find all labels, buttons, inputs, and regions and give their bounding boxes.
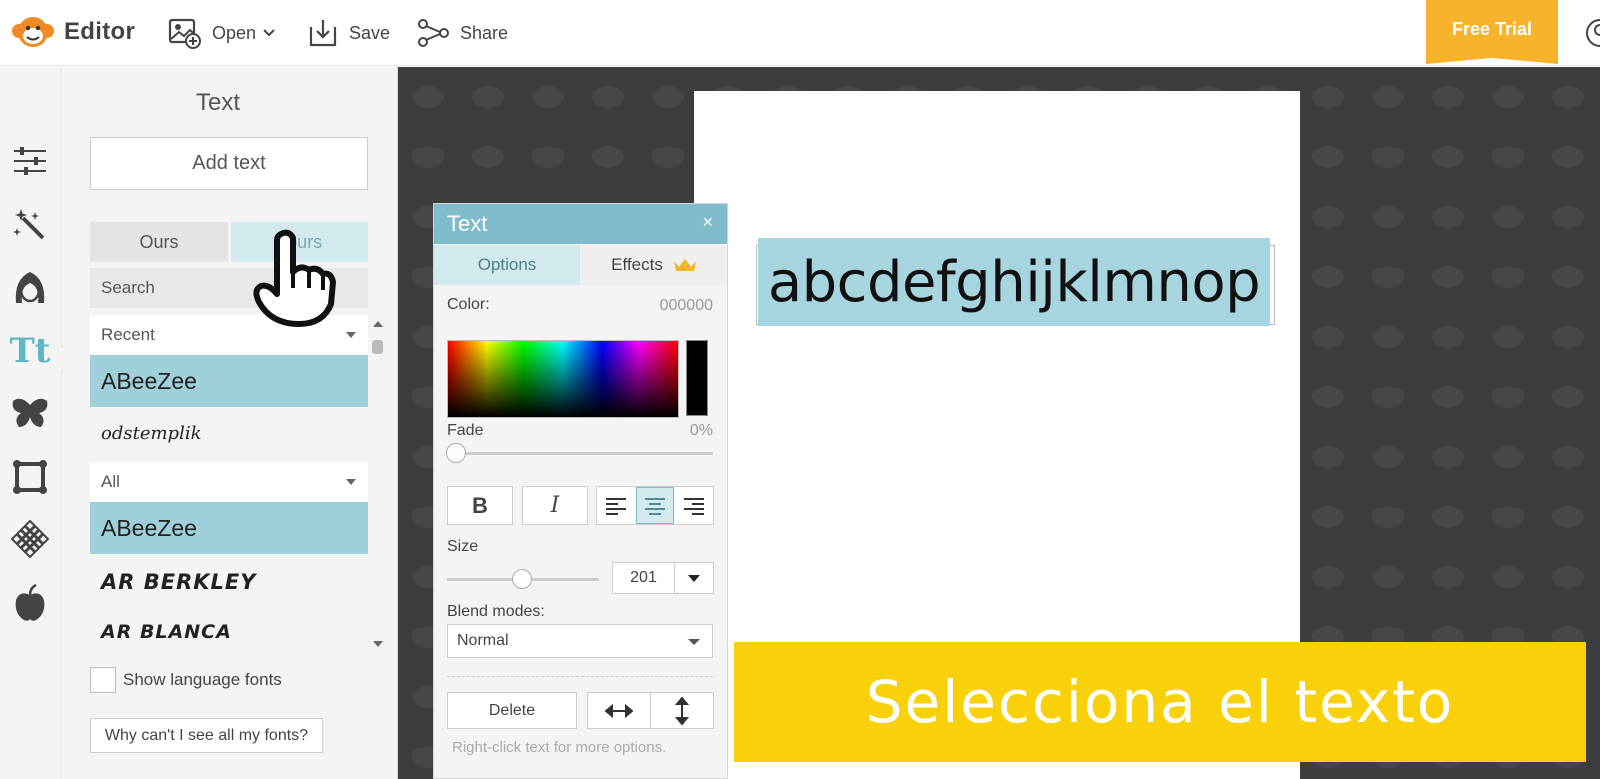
caret-down-icon	[346, 479, 356, 485]
all-label: All	[101, 472, 120, 491]
share-button[interactable]: Share	[416, 16, 508, 50]
align-center-button[interactable]	[635, 487, 675, 524]
save-download-icon	[309, 20, 337, 47]
tool-rail: Tt	[0, 67, 74, 779]
fade-slider-handle[interactable]	[446, 443, 466, 463]
font-list-scrollbar[interactable]	[369, 315, 385, 653]
themes-apple-icon[interactable]	[10, 583, 50, 623]
pointer-hand-icon	[253, 229, 336, 327]
flip-vertical-button[interactable]	[650, 693, 713, 728]
show-language-fonts-label: Show language fonts	[123, 670, 282, 689]
language-fonts-checkbox[interactable]	[90, 667, 116, 693]
blend-mode-value: Normal	[457, 632, 509, 649]
dialog-title: Text	[447, 211, 488, 236]
blend-modes-label: Blend modes:	[447, 603, 545, 620]
size-label: Size	[447, 538, 479, 555]
align-right-icon	[683, 497, 704, 515]
text-panel: Text Add text Ours Yours Search Recent A…	[63, 67, 398, 779]
scroll-down-icon[interactable]	[373, 641, 383, 647]
monkey-logo-icon	[12, 17, 54, 47]
font-item-ar-berkley[interactable]: AR BERKLEY	[90, 556, 368, 608]
fade-value: 0%	[689, 422, 713, 439]
right-click-hint: Right-click text for more options.	[452, 739, 667, 756]
font-item-abeezee[interactable]: ABeeZee	[90, 502, 368, 554]
align-right-button[interactable]	[674, 487, 713, 524]
share-icon	[418, 19, 449, 47]
text-icon[interactable]: Tt	[9, 331, 51, 371]
all-fonts-dropdown[interactable]: All	[90, 462, 368, 502]
flip-horizontal-icon	[605, 703, 633, 718]
textures-icon[interactable]	[10, 519, 50, 559]
close-icon[interactable]: ×	[702, 212, 713, 233]
app-title: Editor	[64, 18, 136, 45]
image-add-icon	[168, 18, 201, 49]
bold-button[interactable]: B	[447, 486, 513, 525]
color-spectrum-picker[interactable]	[447, 340, 679, 418]
effects-label: Effects	[611, 255, 663, 274]
chevron-down-icon	[263, 29, 275, 37]
why-fonts-button[interactable]: Why can't I see all my fonts?	[90, 718, 323, 753]
text-options-dialog: Text × Options Effects Color: 000000 Fad…	[433, 203, 728, 779]
flip-horizontal-button[interactable]	[588, 693, 650, 728]
align-left-icon	[606, 497, 627, 515]
effects-wand-icon[interactable]	[10, 205, 50, 245]
font-item-abeezee-recent[interactable]: ABeeZee	[90, 355, 368, 407]
dialog-divider	[447, 676, 713, 677]
delete-button[interactable]: Delete	[447, 692, 577, 729]
font-item-ar-blanca[interactable]: AR BLANCA	[90, 606, 368, 658]
italic-button[interactable]: I	[522, 486, 588, 525]
caret-down-icon	[346, 332, 356, 338]
instruction-banner: Selecciona el texto	[734, 642, 1586, 762]
current-color-swatch[interactable]	[686, 340, 708, 416]
size-stepper[interactable]: 201	[612, 562, 714, 594]
free-trial-button[interactable]: Free Trial	[1426, 0, 1558, 64]
app-logo[interactable]: Editor	[10, 14, 135, 50]
scroll-up-icon[interactable]	[373, 321, 383, 327]
show-language-fonts-toggle[interactable]: Show language fonts	[90, 667, 282, 693]
add-text-button[interactable]: Add text	[90, 137, 368, 190]
tab-options[interactable]: Options	[434, 245, 580, 285]
caret-down-icon[interactable]	[675, 573, 713, 583]
flip-group	[587, 692, 714, 729]
open-label: Open	[212, 22, 257, 43]
tab-ours[interactable]: Ours	[90, 222, 228, 262]
user-account-icon[interactable]	[1584, 17, 1600, 49]
canvas-text-layer[interactable]: abcdefghijklmnop	[758, 238, 1270, 326]
align-center-icon	[645, 497, 665, 515]
dialog-header[interactable]: Text ×	[434, 204, 727, 244]
panel-title: Text	[195, 89, 240, 116]
color-label: Color:	[447, 296, 490, 313]
font-item-odstemplik[interactable]: odstemplik	[90, 407, 368, 459]
alignment-group	[596, 486, 714, 525]
align-left-button[interactable]	[597, 487, 636, 524]
save-button[interactable]: Save	[307, 16, 390, 50]
flip-vertical-icon	[675, 696, 689, 725]
recent-label: Recent	[101, 325, 155, 344]
color-hex-value[interactable]: 000000	[660, 297, 713, 315]
size-value[interactable]: 201	[613, 563, 675, 593]
caret-down-icon	[688, 639, 700, 645]
tab-effects[interactable]: Effects	[581, 245, 727, 285]
graphics-butterfly-icon[interactable]	[10, 393, 50, 433]
size-slider-handle[interactable]	[512, 569, 532, 589]
text-tool-glyph: Tt	[9, 331, 51, 371]
save-label: Save	[349, 22, 391, 43]
share-label: Share	[460, 22, 509, 43]
fade-label: Fade	[447, 422, 484, 439]
frames-icon[interactable]	[10, 457, 50, 497]
adjustments-icon[interactable]	[10, 141, 50, 181]
face-retouch-icon[interactable]	[10, 267, 50, 307]
blend-mode-select[interactable]: Normal	[447, 624, 713, 658]
top-bar: Editor Open Save Share Free Trial	[0, 0, 1600, 66]
crown-icon	[673, 259, 696, 271]
scroll-thumb[interactable]	[372, 340, 383, 354]
fade-slider-track[interactable]	[447, 452, 713, 455]
open-button[interactable]: Open	[168, 16, 276, 50]
